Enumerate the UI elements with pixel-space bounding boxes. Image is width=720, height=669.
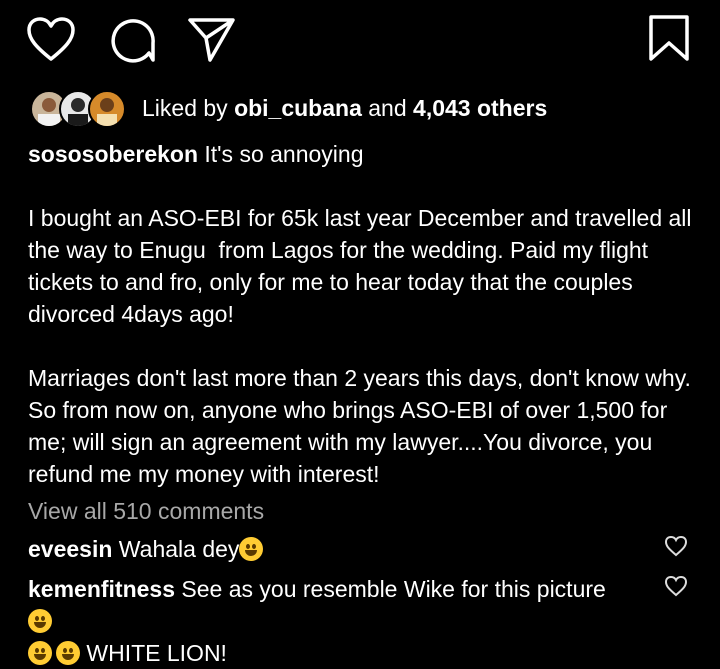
comment-text: Wahala dey [112,536,240,562]
comment-text-continued: WHITE LION! [80,640,227,666]
comment-username[interactable]: kemenfitness [28,576,175,602]
liker-avatars [30,89,128,128]
grinning-emoji [28,609,52,633]
liked-by-prefix: Liked by [142,94,235,121]
post-action-bar [0,0,720,80]
send-icon[interactable] [187,17,237,63]
comment-item: kemenfitness See as you resemble Wike fo… [28,573,628,669]
comment-heart-icon[interactable] [664,535,688,562]
bookmark-icon[interactable] [648,14,690,62]
avatar [88,90,126,128]
comment-heart-icon[interactable] [664,575,688,602]
heart-icon[interactable] [26,17,76,63]
post-caption: sososoberekon It's so annoying I bought … [28,138,703,490]
grinning-emoji [56,641,80,665]
liked-by-others-link[interactable]: 4,043 others [413,95,547,121]
rolling-laughing-emoji [239,537,264,561]
liked-by-text: Liked by obi_cubana and 4,043 others [142,95,547,122]
caption-username[interactable]: sososoberekon [28,141,198,167]
grinning-emoji [28,641,52,665]
comment-icon[interactable] [109,17,157,63]
comment-username[interactable]: eveesin [28,536,112,562]
caption-text: It's so annoying I bought an ASO-EBI for… [28,141,692,487]
comment-text: See as you resemble Wike for this pictur… [175,576,606,602]
comment-item: eveesin Wahala dey [28,533,628,565]
liked-by-and: and [361,94,414,121]
view-all-comments-link[interactable]: View all 510 comments [28,498,264,525]
likes-row[interactable]: Liked by obi_cubana and 4,043 others [30,88,547,128]
liked-by-user-link[interactable]: obi_cubana [234,95,362,121]
